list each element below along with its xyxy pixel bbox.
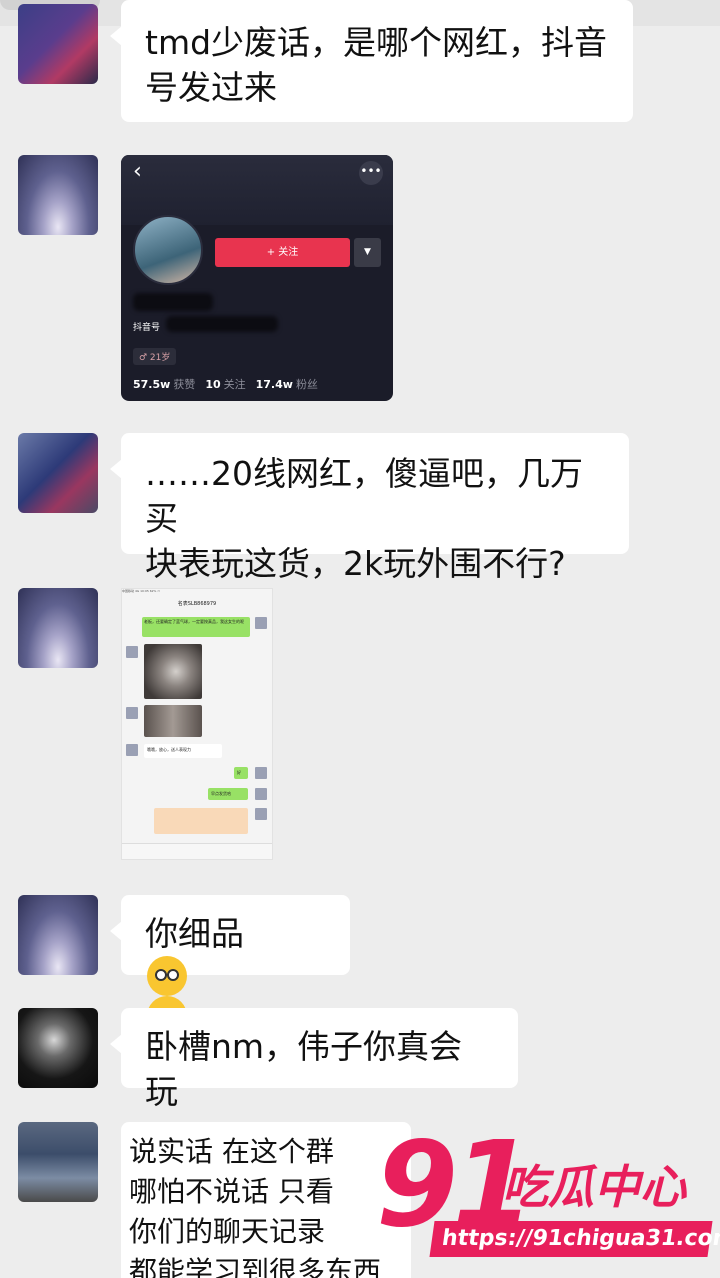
message-bubble[interactable]: 你细品	[110, 895, 350, 1036]
profile-stats: 57.5w 获赞 10 关注 17.4w 粉丝	[133, 376, 328, 392]
video-thumbnail	[144, 705, 202, 737]
screenshot-input-bar	[122, 843, 272, 859]
follow-button: + 关注	[215, 238, 350, 267]
message-bubble[interactable]: 说实话 在这个群 哪怕不说话 只看 你们的聊天记录 都能学习到很多东西	[121, 1122, 411, 1278]
avatar-tower[interactable]	[18, 895, 98, 975]
avatar-car[interactable]	[18, 4, 98, 84]
screenshot-transfer-card	[154, 808, 248, 834]
fans-value: 17.4w	[255, 378, 293, 391]
avatar-toast[interactable]	[18, 1008, 98, 1088]
message-text: 都能学习到很多东西	[129, 1255, 382, 1278]
likes-value: 57.5w	[133, 378, 171, 391]
screenshot-avatar	[126, 707, 138, 719]
watch-photo	[144, 644, 202, 699]
message-text: 块表玩这货，2k玩外围不行?	[145, 544, 566, 583]
screenshot-avatar	[255, 617, 267, 629]
profile-avatar	[133, 215, 203, 285]
douyin-id-label: 抖音号	[133, 323, 161, 333]
screenshot-status-bar: 中国移动 4G 10:05 62% ▭	[122, 589, 161, 593]
watermark-brand: 吃瓜中心	[502, 1160, 686, 1214]
avatar-tower[interactable]	[18, 588, 98, 668]
screenshot-avatar	[126, 646, 138, 658]
watermark-url: https://91chigua31.com	[429, 1221, 720, 1257]
screenshot-avatar	[255, 808, 267, 820]
avatar-car-street[interactable]	[18, 1122, 98, 1202]
avatar-car[interactable]	[18, 433, 98, 513]
screenshot-green-bubble: 早点发货哈	[208, 788, 248, 800]
likes-label: 获赞	[173, 378, 196, 391]
following-value: 10	[205, 378, 221, 391]
back-icon: ‹	[133, 159, 142, 184]
message-text: tmd少废话，是哪个网红，抖音	[145, 23, 608, 62]
redacted-name	[133, 293, 213, 311]
screenshot-green-bubble: 老板，还要确定了蓝气球，一定要按真品，我这女生的呢	[142, 617, 250, 637]
screenshot-avatar	[255, 767, 267, 779]
redacted-id	[166, 316, 278, 332]
message-text: 号发过来	[145, 68, 277, 107]
watermark: 91 吃瓜中心 https://91chigua31.com	[372, 1119, 720, 1278]
chat-screenshot-image[interactable]: 中国移动 4G 10:05 62% ▭ 名表SLB868979 老板，还要确定了…	[121, 588, 273, 860]
fans-label: 粉丝	[295, 378, 318, 391]
screenshot-green-bubble: 好	[234, 767, 248, 779]
message-bubble[interactable]: 卧槽nm，伟子你真会玩	[110, 1008, 518, 1111]
smirk-emoji-icon	[147, 956, 187, 996]
message-text: 哪怕不说话 只看	[129, 1175, 334, 1208]
message-text: 卧槽nm，伟子你真会玩	[145, 1027, 463, 1111]
avatar-tower[interactable]	[18, 155, 98, 235]
douyin-profile-card[interactable]: ‹ ••• + 关注 ▼ 抖音号 ♂ 21岁 57.5w 获赞 10 关注 17.4w 粉…	[121, 155, 393, 401]
screenshot-avatar	[126, 744, 138, 756]
message-text: 说实话 在这个群	[129, 1135, 334, 1168]
message-text: ……20线网红，傻逼吧，几万买	[145, 454, 583, 538]
following-label: 关注	[223, 378, 246, 391]
screenshot-title: 名表SLB868979	[177, 601, 217, 607]
age-badge: ♂ 21岁	[133, 348, 177, 365]
chevron-down-icon: ▼	[354, 238, 381, 267]
screenshot-avatar	[255, 788, 267, 800]
message-text-content: 你细品	[145, 914, 244, 953]
message-bubble[interactable]: ……20线网红，傻逼吧，几万买 块表玩这货，2k玩外围不行?	[110, 433, 629, 583]
message-text: 你们的聊天记录	[129, 1215, 326, 1248]
message-bubble[interactable]: tmd少废话，是哪个网红，抖音 号发过来	[110, 0, 633, 122]
screenshot-white-bubble: 哦哦，放心，送人表现力	[144, 744, 222, 758]
more-icon: •••	[359, 161, 383, 185]
